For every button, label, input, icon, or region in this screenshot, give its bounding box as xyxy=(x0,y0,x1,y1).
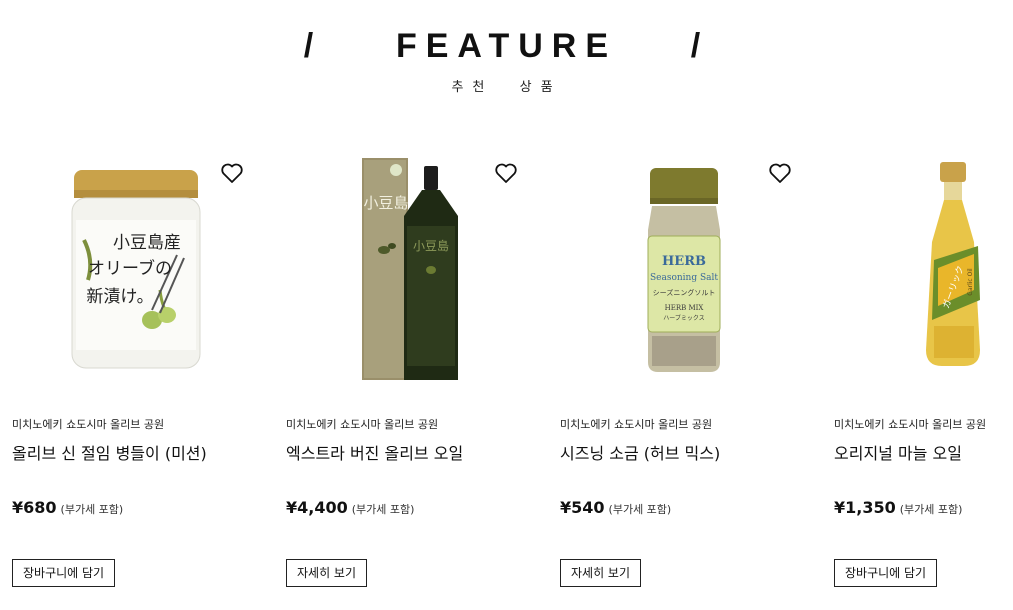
section-title: / FEATURE / xyxy=(303,27,710,65)
price-amount: ¥1,350 xyxy=(834,498,896,517)
product-card-garlic-oil: ガーリック Garlic Oil 미치노에키 쇼도시마 올리브 공원 오리지널 … xyxy=(834,150,1013,600)
jar-label-line-2: オリーブの xyxy=(88,258,172,279)
heart-icon[interactable] xyxy=(768,162,792,184)
herb-label-4: HERB MIX xyxy=(665,304,704,312)
product-brand: 미치노에키 쇼도시마 올리브 공원 xyxy=(834,418,987,431)
heart-icon[interactable] xyxy=(220,162,244,184)
view-details-button[interactable]: 자세히 보기 xyxy=(560,559,642,587)
add-to-cart-button[interactable]: 장바구니에 담기 xyxy=(12,559,116,587)
price-tax-note: (부가세 포함) xyxy=(608,503,672,516)
price-amount: ¥540 xyxy=(560,498,605,517)
product-brand: 미치노에키 쇼도시마 올리브 공원 xyxy=(560,418,713,431)
product-card-herb-salt: HERB Seasoning Salt シーズニングソルト HERB MIX ハ… xyxy=(560,150,818,600)
product-name[interactable]: 오리지널 마늘 오일 xyxy=(834,440,962,464)
box-label: 小豆島 xyxy=(363,194,408,212)
product-price: ¥1,350 (부가세 포함) xyxy=(834,498,962,517)
section-subtitle: 추천 상품 xyxy=(451,80,562,95)
view-details-button[interactable]: 자세히 보기 xyxy=(286,559,368,587)
product-name[interactable]: 엑스트라 버진 올리브 오일 xyxy=(286,440,463,464)
product-brand: 미치노에키 쇼도시마 올리브 공원 xyxy=(286,418,439,431)
product-name[interactable]: 올리브 신 절임 병들이 (미션) xyxy=(12,440,207,464)
price-amount: ¥680 xyxy=(12,498,57,517)
price-tax-note: (부가세 포함) xyxy=(60,503,124,516)
herb-label-2: Seasoning Salt xyxy=(650,273,718,283)
product-brand: 미치노에키 쇼도시마 올리브 공원 xyxy=(12,418,165,431)
product-image-olive-pickle-jar[interactable]: 小豆島産 オリーブの 新漬け。 xyxy=(12,150,270,390)
product-image-herb-salt-shaker[interactable]: HERB Seasoning Salt シーズニングソルト HERB MIX ハ… xyxy=(560,150,818,390)
jar-label-line-1: 小豆島産 xyxy=(113,233,181,253)
heart-icon[interactable] xyxy=(494,162,518,184)
add-to-cart-button[interactable]: 장바구니에 담기 xyxy=(834,559,938,587)
feature-header: / FEATURE / 추천 상품 xyxy=(0,26,1013,95)
product-image-garlic-oil-bottle[interactable]: ガーリック Garlic Oil xyxy=(834,150,1013,390)
garlic-side-label: Garlic Oil xyxy=(967,268,974,296)
product-card-olive-pickles: 小豆島産 オリーブの 新漬け。 미치노에키 쇼도시마 올리브 공원 올리브 신 … xyxy=(12,150,270,600)
product-price: ¥4,400 (부가세 포함) xyxy=(286,498,414,517)
price-tax-note: (부가세 포함) xyxy=(351,503,415,516)
herb-label-1: HERB xyxy=(662,254,706,269)
product-price: ¥540 (부가세 포함) xyxy=(560,498,671,517)
product-name[interactable]: 시즈닝 소금 (허브 믹스) xyxy=(560,440,720,464)
product-image-olive-oil-bottle[interactable]: 小豆島 小豆島 xyxy=(286,150,544,390)
svg-text:小豆島: 小豆島 xyxy=(413,238,449,253)
herb-label-5: ハーブミックス xyxy=(663,314,704,322)
price-amount: ¥4,400 xyxy=(286,498,348,517)
herb-label-3: シーズニングソルト xyxy=(653,288,716,297)
product-card-olive-oil: 小豆島 小豆島 미치노에키 쇼도시마 올리브 공원 엑스트라 버진 올리브 오일… xyxy=(286,150,544,600)
jar-label-line-3: 新漬け。 xyxy=(86,287,153,307)
price-tax-note: (부가세 포함) xyxy=(899,503,963,516)
product-price: ¥680 (부가세 포함) xyxy=(12,498,123,517)
